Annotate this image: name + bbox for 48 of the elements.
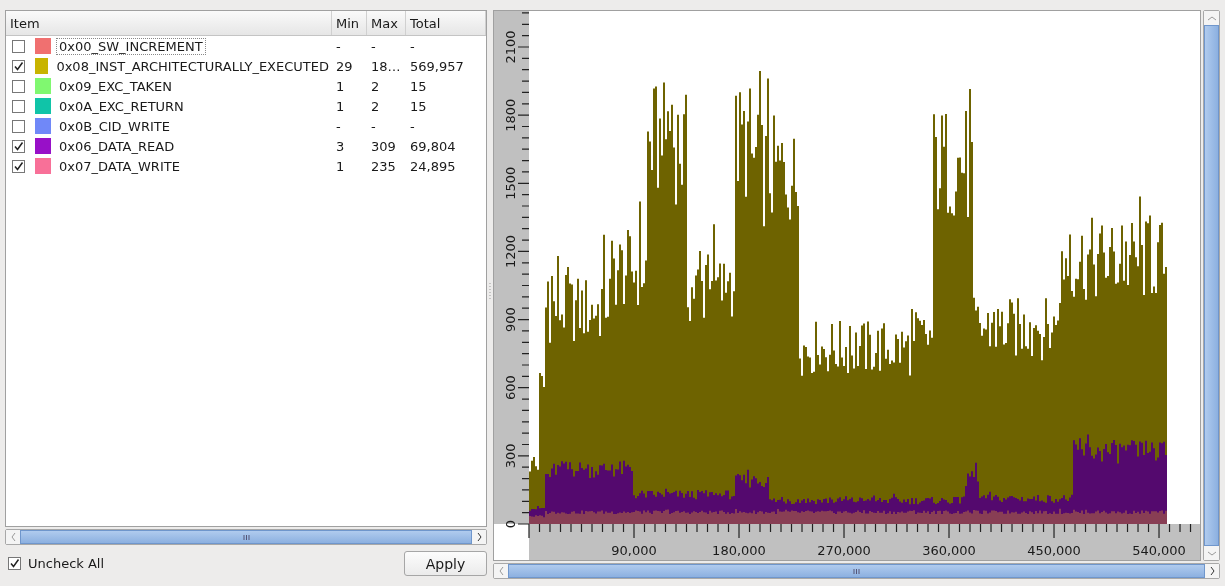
column-header[interactable]: Total	[406, 11, 486, 35]
table-cell-text: 1	[335, 98, 346, 114]
axis-label: 90,000	[611, 543, 657, 558]
item-name[interactable]: 0x0A_EXC_RETURN	[56, 97, 187, 115]
checkbox-label[interactable]: Uncheck All	[28, 556, 105, 571]
table-cell-text: 2	[370, 98, 381, 114]
axis-label: 300	[503, 443, 518, 469]
item-name[interactable]: 0x06_DATA_READ	[56, 137, 178, 155]
table-cell-text: 309	[370, 138, 397, 154]
table-cell-text: 15	[409, 98, 428, 114]
table-cell-text: -	[370, 118, 377, 134]
axis-label: 180,000	[712, 543, 766, 558]
item-name[interactable]: 0x08_INST_ARCHITECTURALLY_EXECUTED	[53, 57, 332, 75]
axis-label: 270,000	[817, 543, 871, 558]
table-cell-text: 18…	[370, 58, 402, 74]
table-cell-text: -	[409, 118, 416, 134]
item-name[interactable]: 0x07_DATA_WRITE	[56, 157, 183, 175]
axis-label: 900	[503, 307, 518, 332]
axis-label: 450,000	[1027, 543, 1081, 558]
table-cell-text: 2	[370, 78, 381, 94]
item-name[interactable]: 0x00_SW_INCREMENT	[56, 37, 206, 55]
axis-label: 1800	[503, 98, 518, 132]
table-cell-text: 15	[409, 78, 428, 94]
table-cell-text: 69,804	[409, 138, 457, 154]
table-cell-text: -	[409, 38, 416, 54]
axis-label: 0	[503, 519, 518, 529]
axis-label: 360,000	[922, 543, 976, 558]
item-name[interactable]: 0x09_EXC_TAKEN	[56, 77, 176, 95]
column-header[interactable]: Min	[332, 11, 367, 35]
axis-label: 600	[503, 375, 518, 401]
axis-label: 1500	[503, 166, 518, 200]
axis-label: 1200	[503, 234, 518, 268]
table-cell-text: 235	[370, 158, 397, 174]
table-cell-text: 29	[335, 58, 354, 74]
table-cell-text: -	[335, 118, 342, 134]
column-header[interactable]: Max	[367, 11, 406, 35]
table-cell-text: -	[335, 38, 342, 54]
column-header[interactable]: Item	[6, 11, 332, 35]
axis-label: 540,000	[1132, 543, 1186, 558]
table-cell-text: 24,895	[409, 158, 457, 174]
table-cell-text: 569,957	[409, 58, 465, 74]
table-cell-text: 3	[335, 138, 346, 154]
axis-label: 2100	[503, 30, 518, 64]
apply-button[interactable]: Apply	[404, 551, 487, 576]
item-name[interactable]: 0x0B_CID_WRITE	[56, 117, 173, 135]
table-cell-text: 1	[335, 158, 346, 174]
table-cell-text: -	[370, 38, 377, 54]
table-cell-text: 1	[335, 78, 346, 94]
